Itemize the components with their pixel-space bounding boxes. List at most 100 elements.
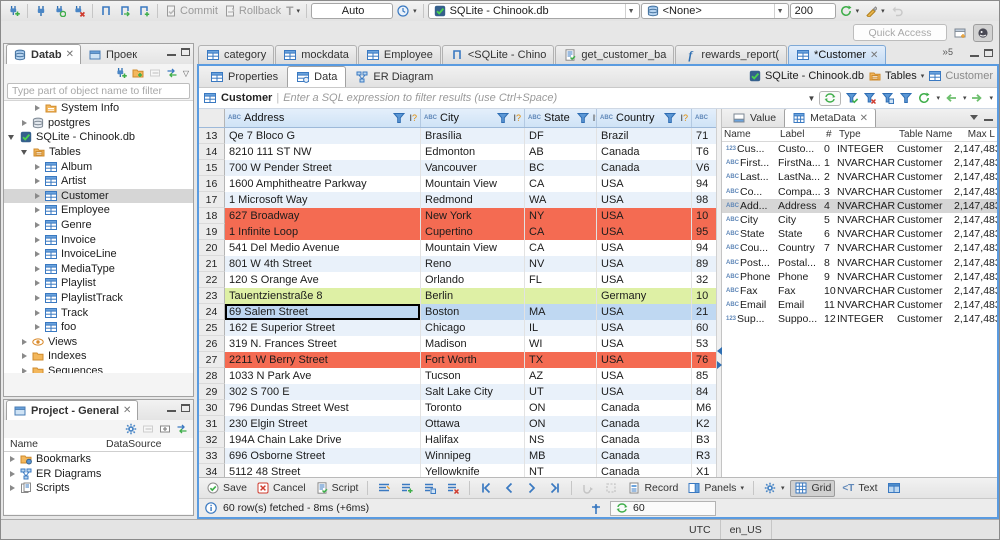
expand-all-icon[interactable] [158,423,172,436]
commit-button[interactable]: Commit [162,2,220,20]
grid-cell[interactable]: AB [525,144,597,160]
panels-button[interactable]: Panels ▾ [684,481,747,496]
chevron-right-icon[interactable] [35,280,40,287]
grid-cell[interactable]: CA [525,176,597,192]
meta-row[interactable]: ABC Add... Address 4 NVARCHAR Customer 2,147,4… [722,198,997,213]
meta-row[interactable]: ABC City City 5 NVARCHAR Customer 2,147,483 [722,213,997,227]
grid-cell[interactable]: 94 [692,240,716,256]
grid-cell[interactable]: 8210 111 ST NW [225,144,421,160]
chevron-right-icon[interactable] [35,207,40,214]
grid-cell[interactable]: DF [525,128,597,144]
grid-cell[interactable]: USA [597,224,692,240]
filter-history-icon[interactable]: ▼ [808,94,816,103]
grid-cell[interactable]: Cupertino [421,224,525,240]
grid-cell[interactable]: Ottawa [421,416,525,432]
fetch-all-button[interactable] [601,481,621,496]
grid-cell[interactable]: TX [525,352,597,368]
meta-row[interactable]: ABC Cou... Country 7 NVARCHAR Customer 2,147,4… [722,241,997,255]
table-row[interactable]: 33 696 Osborne Street Winnipeg MB Canada R3 [199,448,716,464]
meta-row[interactable]: ABC Fax Fax 10 NVARCHAR Customer 2,147,483 [722,284,997,298]
nav-forward-icon[interactable] [970,92,984,105]
grid-cell[interactable]: 98 [692,192,716,208]
presentation-settings-button[interactable]: ▾ [760,481,788,496]
grid-cell[interactable]: IL [525,320,597,336]
chevron-right-icon[interactable] [35,163,40,170]
chevron-right-icon[interactable] [10,485,15,492]
grid-cell[interactable]: Canada [597,400,692,416]
row-number[interactable]: 15 [199,160,225,176]
row-number[interactable]: 18 [199,208,225,224]
new-connection-button[interactable] [5,2,23,20]
grid-cell[interactable]: USA [597,192,692,208]
meta-row[interactable]: ABC Email Email 11 NVARCHAR Customer 2,147,483 [722,298,997,312]
row-count-box[interactable]: 60 [610,500,716,516]
subtab-properties[interactable]: Properties [201,66,287,87]
row-number[interactable]: 33 [199,448,225,464]
refresh-data-icon[interactable] [917,92,931,105]
grid-cell[interactable]: V6 [692,160,716,176]
grid-cell[interactable]: USA [597,272,692,288]
script-button[interactable]: Script [312,481,362,496]
table-row[interactable]: 19 1 Infinite Loop Cupertino CA USA 95 [199,224,716,240]
chevron-right-icon[interactable] [35,192,40,199]
table-row[interactable]: 30 796 Dundas Street West Toronto ON Canada M… [199,400,716,416]
grid-cell[interactable]: Brazil [597,128,692,144]
grid-corner[interactable] [199,109,225,127]
grid-cell[interactable]: Redmond [421,192,525,208]
row-number[interactable]: 27 [199,352,225,368]
tab-project-general[interactable]: Project - General ✕ [6,400,139,420]
grid-cell[interactable]: AZ [525,368,597,384]
grid-cell[interactable]: 85 [692,368,716,384]
table-row[interactable]: 27 2211 W Berry Street Fort Worth TX USA 76 [199,352,716,368]
open-sql-script-button[interactable] [116,2,134,20]
meta-row[interactable]: 123 Cus... Custo... 0 INTEGER Customer 2,147,4… [722,142,997,156]
table-row[interactable]: 31 230 Elgin Street Ottawa ON Canada K2 [199,416,716,432]
filter-expression-input[interactable]: Enter a SQL expression to filter results… [283,92,802,104]
grid-cell[interactable]: 71 [692,128,716,144]
editor-tab-get-customer-ba[interactable]: get_customer_ba [555,45,675,64]
table-row[interactable]: 25 162 E Superior Street Chicago IL USA 60 [199,320,716,336]
grid-cell[interactable]: K2 [692,416,716,432]
chevron-right-icon[interactable] [35,295,40,302]
row-number[interactable]: 19 [199,224,225,240]
minimize-icon[interactable] [984,113,993,121]
tree-item-invoice[interactable]: Invoice [4,232,193,247]
table-row[interactable]: 14 8210 111 ST NW Edmonton AB Canada T6 [199,144,716,160]
row-number[interactable]: 17 [199,192,225,208]
grid-cell[interactable]: 319 N. Frances Street [225,336,421,352]
grid-cell[interactable]: MB [525,448,597,464]
grid-cell[interactable]: UT [525,384,597,400]
table-row[interactable]: 26 319 N. Frances Street Madison WI USA 53 [199,336,716,352]
meta-column-type[interactable]: Type [837,129,897,140]
add-row-button[interactable] [397,481,417,496]
row-number[interactable]: 20 [199,240,225,256]
column-header-address[interactable]: ABC Address Ι? [225,109,421,127]
tree-item-track[interactable]: Track [4,305,193,320]
meta-column-label[interactable]: Label [778,129,824,140]
meta-column--[interactable]: # [824,129,837,140]
chevron-right-icon[interactable] [35,265,40,272]
column-header-postal[interactable]: ABC [692,109,716,127]
filter-apply-icon[interactable] [845,92,859,105]
tree-item-foo[interactable]: foo [4,320,193,335]
grid-cell[interactable]: Canada [597,432,692,448]
chevron-right-icon[interactable] [22,338,27,345]
row-number[interactable]: 25 [199,320,225,336]
grid-cell[interactable]: 796 Dundas Street West [225,400,421,416]
tree-item-invoiceline[interactable]: InvoiceLine [4,247,193,262]
chevron-right-icon[interactable] [10,456,15,463]
grid-cell[interactable]: ON [525,416,597,432]
table-row[interactable]: 24 69 Salem Street Boston MA USA 21 [199,304,716,320]
grid-cell[interactable]: Toronto [421,400,525,416]
grid-cell[interactable]: 5112 48 Street [225,464,421,477]
grid-cell[interactable]: X1 [692,464,716,477]
meta-row[interactable]: ABC First... FirstNa... 1 NVARCHAR Customer 2,… [722,156,997,170]
tree-item-sqlite-chinook-db[interactable]: SQLite - Chinook.db [4,130,193,145]
sync-connection-button[interactable]: ▾ [837,2,862,20]
row-number[interactable]: 28 [199,368,225,384]
project-item-scripts[interactable]: Scripts [4,481,193,496]
editor-tab-employee[interactable]: Employee [357,45,441,64]
object-filter-input[interactable] [7,83,190,99]
tree-item-playlisttrack[interactable]: PlaylistTrack [4,291,193,306]
tree-item-sequences[interactable]: Sequences [4,364,193,373]
